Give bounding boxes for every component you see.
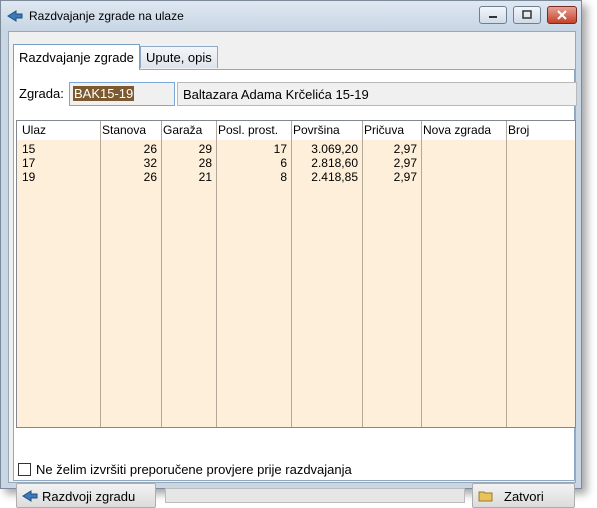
- split-button-label: Razdvoji zgradu: [42, 489, 136, 504]
- column-header[interactable]: Broj: [508, 123, 529, 137]
- table-cell: 8: [280, 170, 287, 184]
- table-cell: 32: [143, 156, 157, 170]
- skip-checks-label: Ne želim izvršiti preporučene provjere p…: [36, 462, 352, 477]
- table-cell: 28: [198, 156, 212, 170]
- column-separator: [421, 121, 422, 427]
- column-separator: [216, 121, 217, 427]
- column-separator: [161, 121, 162, 427]
- column-header[interactable]: Stanova: [102, 123, 146, 137]
- minimize-button[interactable]: [479, 6, 507, 24]
- table-cell: 15: [22, 142, 36, 156]
- maximize-button[interactable]: [513, 6, 541, 24]
- column-header[interactable]: Površina: [293, 123, 340, 137]
- main-window: Razdvajanje zgrade na ulaze Razdvajanje …: [0, 0, 582, 508]
- split-icon: [22, 488, 38, 504]
- split-building-button[interactable]: Razdvoji zgradu: [16, 483, 156, 508]
- column-header[interactable]: Garaža: [163, 123, 202, 137]
- table-cell: 2.418,85: [311, 170, 358, 184]
- skip-checks-checkbox[interactable]: [18, 463, 31, 476]
- building-name-field: Baltazara Adama Krčelića 15-19: [177, 82, 577, 106]
- tab-razdvajanje-zgrade[interactable]: Razdvajanje zgrade: [13, 44, 140, 70]
- table-cell: 17: [22, 156, 36, 170]
- table-cell: 3.069,20: [311, 142, 358, 156]
- column-separator: [100, 121, 101, 427]
- table-cell: 2,97: [393, 142, 417, 156]
- column-header[interactable]: Pričuva: [364, 123, 404, 137]
- column-separator: [291, 121, 292, 427]
- tab-upute-opis[interactable]: Upute, opis: [140, 46, 218, 68]
- table-cell: 26: [143, 170, 157, 184]
- table-cell: 2.818,60: [311, 156, 358, 170]
- entrances-table[interactable]: Ulaz Stanova Garaža Posl. prost. Površina Pri…: [16, 120, 576, 428]
- close-button[interactable]: Zatvori: [472, 483, 575, 508]
- table-cell: 2,97: [393, 156, 417, 170]
- table-cell: 19: [22, 170, 36, 184]
- column-separator: [362, 121, 363, 427]
- folder-icon: [478, 488, 494, 504]
- close-button-label: Zatvori: [504, 489, 544, 504]
- column-header[interactable]: Posl. prost.: [218, 123, 278, 137]
- title-bar[interactable]: Razdvajanje zgrade na ulaze: [1, 1, 581, 31]
- building-code-input[interactable]: BAK15-19: [69, 82, 175, 106]
- table-cell: 26: [143, 142, 157, 156]
- table-cell: 6: [280, 156, 287, 170]
- column-header[interactable]: Nova zgrada: [423, 123, 491, 137]
- column-separator: [506, 121, 507, 427]
- building-code-value: BAK15-19: [73, 86, 135, 101]
- table-cell: 17: [273, 142, 287, 156]
- column-header[interactable]: Ulaz: [22, 123, 46, 137]
- table-cell: 2,97: [393, 170, 417, 184]
- client-area: Razdvajanje zgrade Upute, opis Zgrada: B…: [8, 31, 577, 508]
- table-cell: 21: [198, 170, 212, 184]
- window-title: Razdvajanje zgrade na ulaze: [29, 9, 184, 23]
- progress-bar: [165, 488, 465, 503]
- table-cell: 29: [198, 142, 212, 156]
- tab-panel: Zgrada: BAK15-19 Baltazara Adama Krčelić…: [13, 69, 577, 481]
- app-icon: [7, 8, 23, 24]
- close-window-button[interactable]: [547, 6, 577, 24]
- building-label: Zgrada:: [19, 86, 64, 101]
